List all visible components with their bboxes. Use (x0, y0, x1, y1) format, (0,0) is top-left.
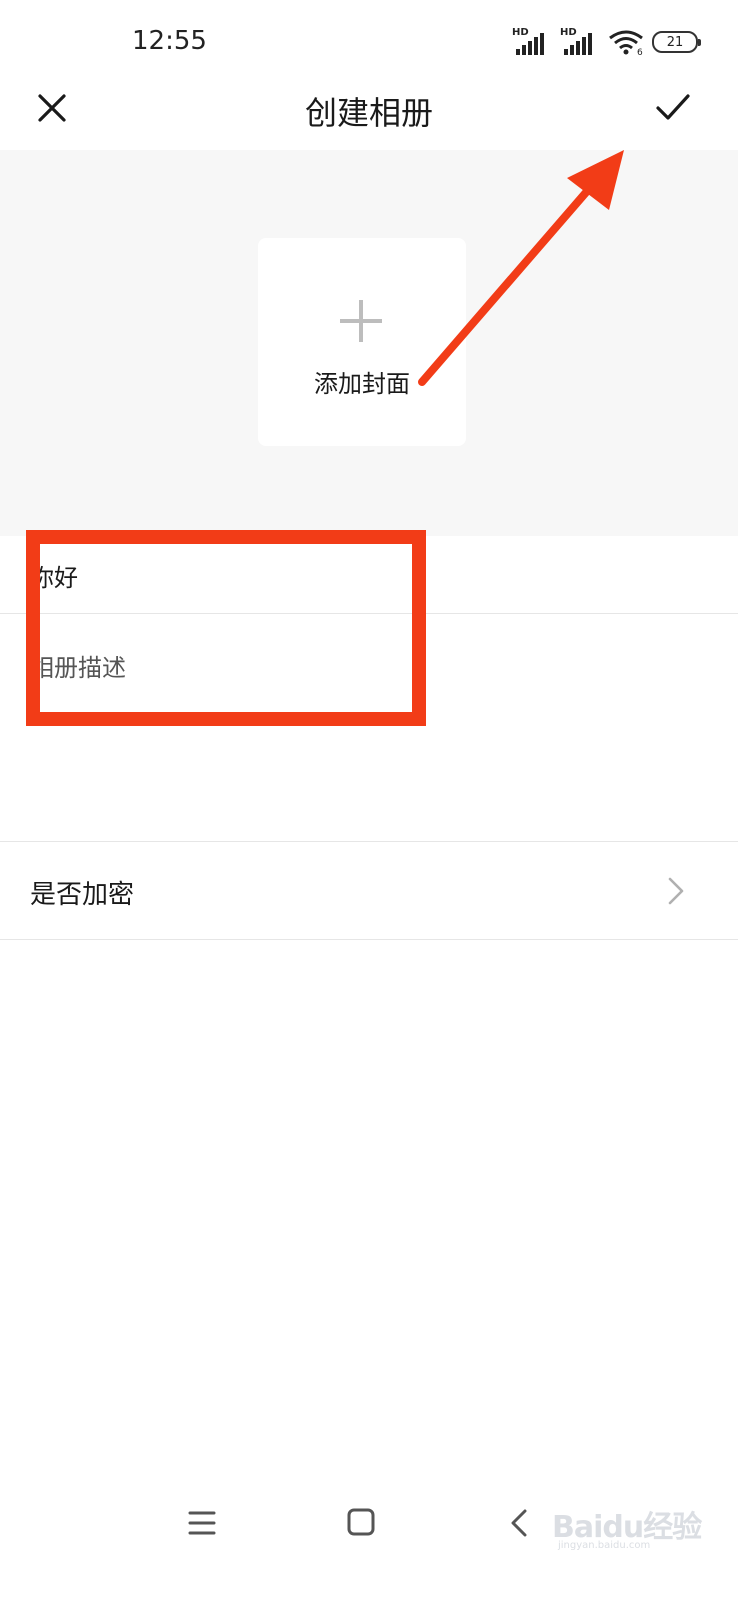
watermark: Baidu经验 jingyan.baidu.com (552, 1502, 702, 1562)
chevron-right-icon (668, 877, 684, 905)
status-bar: 12:55 HD HD 6 21 (0, 0, 738, 80)
page-title: 创建相册 (304, 94, 433, 132)
check-icon[interactable] (650, 88, 694, 128)
battery-icon: 21 (652, 31, 701, 53)
cover-area: 添加封面 (0, 150, 738, 536)
header-bar: 创建相册 (0, 80, 738, 150)
cellular-signal-icon: HD (512, 27, 552, 55)
watermark-site: jingyan.baidu.com (558, 1540, 651, 1551)
wifi-label: 6 (637, 48, 643, 55)
plus-icon (340, 300, 382, 342)
back-icon[interactable] (510, 1508, 528, 1538)
status-time: 12:55 (132, 26, 207, 56)
add-cover-label: 添加封面 (314, 370, 410, 398)
status-icons: HD HD 6 21 (512, 27, 701, 56)
menu-icon[interactable] (188, 1510, 216, 1536)
encrypt-option-row[interactable]: 是否加密 (0, 842, 738, 940)
wifi-icon: 6 (609, 30, 643, 55)
add-cover-button[interactable]: 添加封面 (258, 238, 466, 446)
encrypt-option-label: 是否加密 (30, 880, 135, 910)
annotation-highlight-box (26, 530, 426, 726)
cellular-signal-icon-2: HD (560, 27, 600, 55)
home-icon[interactable] (347, 1508, 375, 1536)
battery-level: 21 (666, 34, 684, 50)
